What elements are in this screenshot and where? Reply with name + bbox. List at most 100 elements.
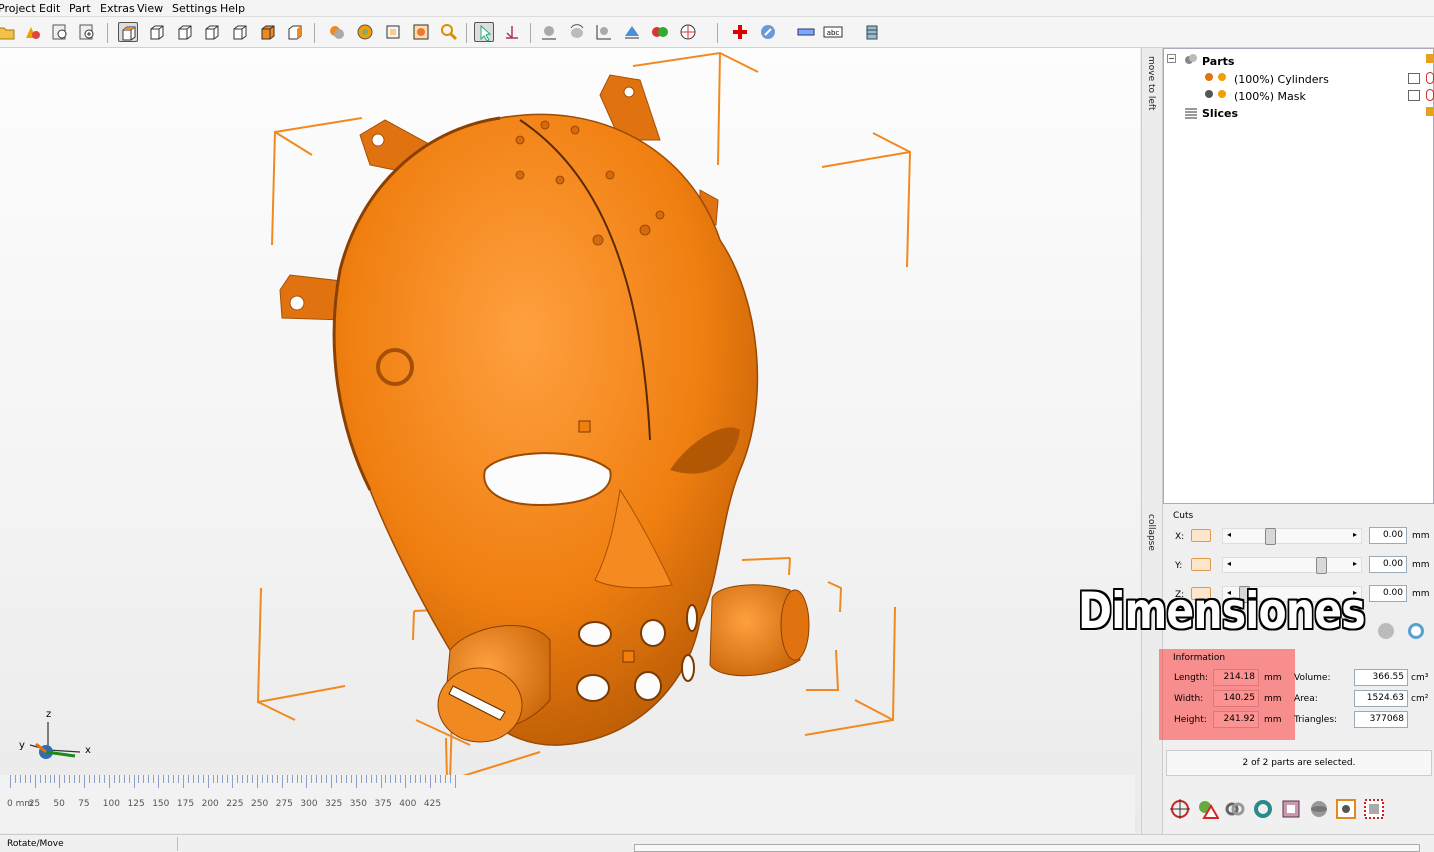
- shapes-icon[interactable]: [22, 22, 42, 42]
- view-left-icon[interactable]: [202, 22, 222, 42]
- slice-icon[interactable]: [862, 22, 882, 42]
- link-icon[interactable]: [1224, 798, 1246, 820]
- ruler-tick: [148, 775, 150, 783]
- slices-menu-icon[interactable]: [1426, 107, 1434, 116]
- 3d-viewport[interactable]: z y x: [0, 48, 1140, 834]
- grid-icon[interactable]: [1363, 798, 1385, 820]
- part-cylinders-toggle[interactable]: [1408, 73, 1420, 84]
- color-icon[interactable]: [650, 22, 670, 42]
- view-right-icon[interactable]: [230, 22, 250, 42]
- section-icon[interactable]: [678, 22, 698, 42]
- zoom-icon[interactable]: [439, 22, 459, 42]
- ruler-tick: [410, 775, 412, 783]
- ruler-tick: [133, 775, 135, 788]
- add-icon[interactable]: [77, 22, 97, 42]
- frame-icon[interactable]: [1280, 798, 1302, 820]
- cut-x-thumb[interactable]: [1265, 528, 1276, 545]
- view-front-icon[interactable]: [147, 22, 167, 42]
- ruler-tick: [316, 775, 318, 783]
- view-iso-icon[interactable]: [118, 22, 138, 42]
- ruler-tick: [449, 775, 451, 783]
- measure-icon[interactable]: [796, 22, 816, 42]
- ruler-tick: [173, 775, 175, 783]
- cut-reset-icon[interactable]: [1378, 623, 1394, 639]
- collapse-toggle[interactable]: −: [1167, 54, 1176, 63]
- menu-settings[interactable]: Settings: [172, 2, 217, 15]
- cut-x-input[interactable]: 0.00: [1369, 527, 1407, 544]
- menu-part[interactable]: Part: [69, 2, 91, 15]
- mirror-icon[interactable]: [622, 22, 642, 42]
- cut-y-slider[interactable]: ◂ ▸: [1222, 557, 1362, 574]
- triangles-label: Triangles:: [1294, 715, 1338, 725]
- view-bottom-icon[interactable]: [285, 22, 305, 42]
- scale-icon[interactable]: [594, 22, 614, 42]
- height-label: Height:: [1174, 715, 1207, 725]
- move-icon[interactable]: [502, 22, 522, 42]
- cut-y-toggle[interactable]: [1191, 558, 1211, 571]
- part-mask-remove[interactable]: [1426, 89, 1434, 101]
- ruler-label: 150: [152, 799, 170, 809]
- ruler-tick: [187, 775, 189, 783]
- open-icon[interactable]: [0, 22, 16, 42]
- move-to-left-tab[interactable]: move to left: [1141, 48, 1163, 508]
- render-shaded-icon[interactable]: [355, 22, 375, 42]
- parts-menu-icon[interactable]: [1426, 54, 1434, 63]
- place-icon[interactable]: [539, 22, 559, 42]
- menu-edit[interactable]: Edit: [39, 2, 60, 15]
- cut-y-thumb[interactable]: [1316, 557, 1327, 574]
- axis-indicator: [29, 722, 81, 759]
- sphere-icon[interactable]: [1308, 798, 1330, 820]
- part-cylinders-remove[interactable]: [1426, 72, 1434, 84]
- cut-y-input[interactable]: 0.00: [1369, 556, 1407, 573]
- slices-label[interactable]: Slices: [1202, 107, 1238, 120]
- action-icons: [1163, 790, 1434, 830]
- ruler-label: 100: [102, 799, 120, 809]
- cut-apply-icon[interactable]: [1408, 623, 1424, 639]
- part-mask[interactable]: (100%) Mask: [1234, 90, 1306, 103]
- import-icon[interactable]: [50, 22, 70, 42]
- length-unit: mm: [1264, 673, 1282, 683]
- select-icon[interactable]: [474, 22, 494, 42]
- ruler-tick: [192, 775, 194, 783]
- snapshot-icon[interactable]: [1335, 798, 1357, 820]
- rotate-icon[interactable]: [567, 22, 587, 42]
- add-part-icon[interactable]: [730, 22, 750, 42]
- render-solid-icon[interactable]: [327, 22, 347, 42]
- view-top-icon[interactable]: [258, 22, 278, 42]
- part-mask-toggle[interactable]: [1408, 90, 1420, 101]
- cut-z-input[interactable]: 0.00: [1369, 585, 1407, 602]
- menu-project[interactable]: Project: [0, 2, 36, 15]
- menu-view[interactable]: View: [137, 2, 163, 15]
- fix-icon[interactable]: [758, 22, 778, 42]
- cut-x-toggle[interactable]: [1191, 529, 1211, 542]
- ruler-tick: [247, 775, 249, 783]
- ruler-tick: [74, 775, 76, 783]
- warning-icon[interactable]: [1197, 798, 1220, 820]
- refresh-icon[interactable]: [1252, 798, 1274, 820]
- target-icon[interactable]: [1169, 798, 1191, 820]
- part-cylinders[interactable]: (100%) Cylinders: [1234, 73, 1329, 86]
- view-back-icon[interactable]: [175, 22, 195, 42]
- ruler-tick: [158, 775, 160, 788]
- menu-bar: Project Edit Part Extras View Settings H…: [0, 0, 1434, 17]
- ruler-tick: [375, 775, 377, 783]
- menu-extras[interactable]: Extras: [100, 2, 135, 15]
- ruler-tick: [59, 775, 61, 788]
- cut-x-slider[interactable]: ◂ ▸: [1222, 528, 1362, 545]
- ruler-tick: [350, 775, 352, 783]
- ruler-tick: [336, 775, 338, 783]
- menu-help[interactable]: Help: [220, 2, 245, 15]
- ruler-tick: [34, 775, 36, 788]
- width-label: Width:: [1174, 694, 1204, 704]
- ruler-tick: [163, 775, 165, 783]
- ruler-tick: [143, 775, 145, 783]
- parts-label[interactable]: Parts: [1202, 55, 1234, 68]
- render-wire-icon[interactable]: [383, 22, 403, 42]
- ruler-label: 350: [349, 799, 367, 809]
- ruler-tick: [10, 775, 11, 788]
- ruler-label: 300: [300, 799, 318, 809]
- right-cylinder[interactable]: [709, 584, 810, 677]
- render-mixed-icon[interactable]: [411, 22, 431, 42]
- text-icon[interactable]: abc: [823, 22, 843, 42]
- ruler-label: 225: [226, 799, 244, 809]
